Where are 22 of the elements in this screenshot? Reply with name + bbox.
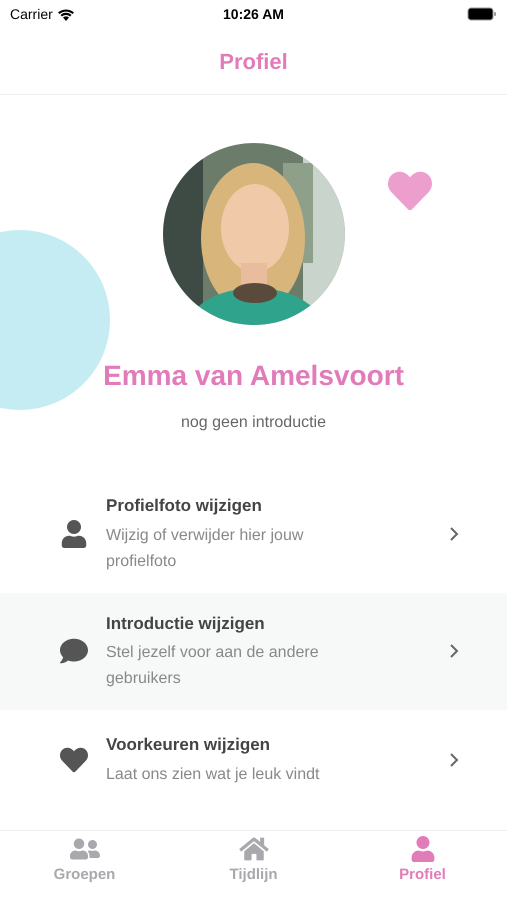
- chevron-icon: [449, 526, 459, 542]
- menu-subtitle: Laat ons zien wat je leuk vindt: [106, 764, 320, 785]
- people-icon: [70, 836, 100, 862]
- menu-title: Voorkeuren wijzigen: [106, 734, 272, 756]
- wifi-icon: [56, 8, 75, 20]
- heart-icon: [60, 746, 88, 774]
- page-title: Profiel: [219, 48, 288, 76]
- profile-name: Emma van Amelsvoort: [103, 359, 404, 393]
- heart-icon: [385, 169, 435, 213]
- menu-subtitle: Stel jezelf voor aan de andere gebruikers: [106, 643, 320, 689]
- menu-title: Introductie wijzigen: [106, 612, 266, 635]
- menu-subtitle: Wijzig of verwijder hier jouw profielfoto: [106, 526, 304, 572]
- chevron-icon: [449, 752, 459, 768]
- status-time: 10:26 AM: [223, 4, 284, 24]
- profile-intro: nog geen introductie: [181, 413, 326, 433]
- speech-bubble-icon: [60, 637, 88, 666]
- carrier-label: Carrier: [10, 4, 53, 24]
- chevron-icon: [449, 643, 459, 660]
- person-icon: [60, 520, 88, 548]
- home-icon: [238, 836, 268, 862]
- battery-icon: [466, 7, 497, 21]
- menu-title: Profielfoto wijzigen: [106, 495, 263, 517]
